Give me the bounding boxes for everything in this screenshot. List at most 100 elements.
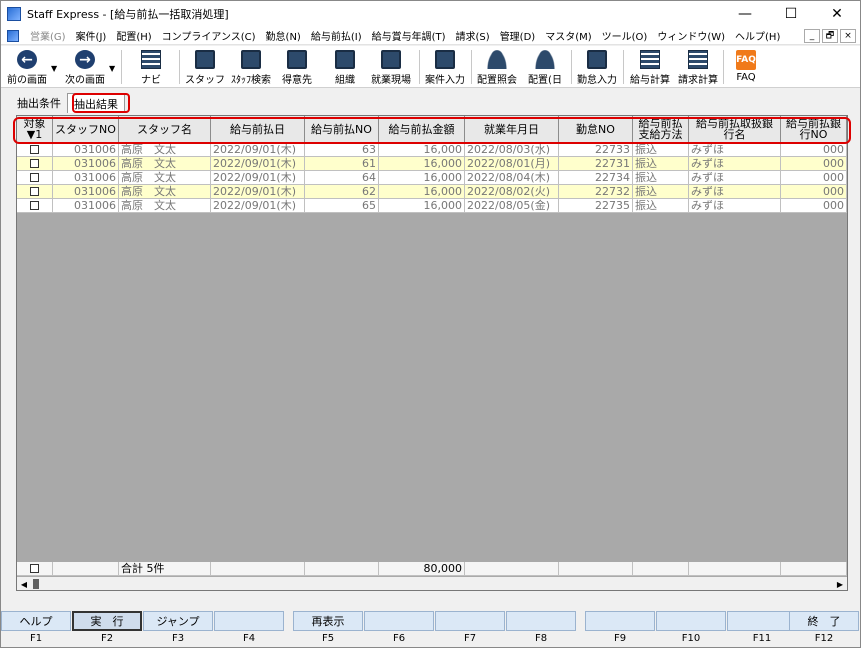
- f1-help-button[interactable]: ヘルプ: [1, 611, 71, 631]
- billing-button[interactable]: 請求計算: [675, 48, 721, 86]
- organization-icon: [335, 50, 355, 69]
- work-date-cell: 2022/08/01(月): [465, 157, 559, 171]
- staff-icon: [195, 50, 215, 69]
- placement-inquiry-button[interactable]: 配置照会: [475, 48, 519, 86]
- tab-extraction-conditions[interactable]: 抽出条件: [11, 93, 67, 113]
- window-controls: — ☐ ✕: [722, 1, 860, 27]
- total-label: 合計 5件: [119, 562, 211, 576]
- job-entry-button[interactable]: 案件入力: [423, 48, 467, 86]
- row-checkbox[interactable]: [30, 145, 39, 154]
- staff-label: スタッフ: [185, 75, 225, 86]
- placement-daily-label: 配置(日: [528, 75, 562, 86]
- bank-name-cell: みずほ: [689, 171, 781, 185]
- table-row[interactable]: 031006 高原 文太 2022/09/01(木) 63 16,000 2022/08/…: [17, 143, 847, 157]
- total-cell: [211, 562, 305, 576]
- scroll-thumb[interactable]: [33, 579, 39, 589]
- menu-window[interactable]: ウィンドウ(W): [652, 28, 730, 43]
- row-checkbox[interactable]: [30, 159, 39, 168]
- payment-method-cell: 振込: [633, 157, 689, 171]
- attendance-no-cell: 22732: [559, 185, 633, 199]
- row-checkbox[interactable]: [30, 173, 39, 182]
- forward-button[interactable]: → 次の画面: [63, 48, 107, 86]
- client-button[interactable]: 得意先: [279, 48, 315, 86]
- f5-refresh-button[interactable]: 再表示: [293, 611, 363, 631]
- toolbar-separator: [723, 50, 724, 84]
- back-dropdown-icon[interactable]: ▼: [51, 64, 57, 73]
- f8-button[interactable]: [506, 611, 576, 631]
- menu-attendance[interactable]: 勤怠(N): [261, 28, 306, 43]
- menu-compliance[interactable]: コンプライアンス(C): [157, 28, 261, 43]
- forward-dropdown-icon[interactable]: ▼: [109, 64, 115, 73]
- mdi-minimize-button[interactable]: _: [804, 29, 820, 43]
- f6-label: F6: [392, 633, 406, 644]
- back-button[interactable]: ← 前の画面: [5, 48, 49, 86]
- menu-billing[interactable]: 請求(S): [451, 28, 495, 43]
- total-select-cell[interactable]: [17, 562, 53, 576]
- f7-label: F7: [463, 633, 477, 644]
- faq-button[interactable]: FAQ FAQ: [729, 48, 763, 86]
- row-select-cell[interactable]: [17, 199, 53, 213]
- menu-job[interactable]: 案件(J): [71, 28, 112, 43]
- f3-jump-button[interactable]: ジャンプ: [143, 611, 213, 631]
- worksite-button[interactable]: 就業現場: [369, 48, 413, 86]
- close-button[interactable]: ✕: [814, 1, 860, 27]
- document-icon[interactable]: [7, 29, 19, 42]
- staff-search-label: ｽﾀｯﾌ検索: [231, 75, 271, 86]
- staff-button[interactable]: スタッフ: [185, 48, 225, 86]
- row-select-cell[interactable]: [17, 171, 53, 185]
- menu-payroll[interactable]: 給与賞与年調(T): [367, 28, 451, 43]
- f12-exit-button[interactable]: 終 了: [789, 611, 859, 631]
- maximize-button[interactable]: ☐: [768, 1, 814, 27]
- placement-daily-button[interactable]: 配置(日: [523, 48, 567, 86]
- forward-icon: →: [75, 50, 95, 69]
- menu-advance-pay[interactable]: 給与前払(I): [306, 28, 367, 43]
- f6-button[interactable]: [364, 611, 434, 631]
- menu-sales[interactable]: 営業(G): [25, 28, 71, 43]
- f8-label: F8: [534, 633, 548, 644]
- mdi-restore-button[interactable]: 🗗: [822, 29, 838, 43]
- toolbar-separator: [571, 50, 572, 84]
- select-all-checkbox[interactable]: [30, 564, 39, 573]
- row-select-cell[interactable]: [17, 157, 53, 171]
- table-row[interactable]: 031006 高原 文太 2022/09/01(木) 64 16,000 2022/08/…: [17, 171, 847, 185]
- title-bar: Staff Express - [給与前払一括取消処理] — ☐ ✕: [1, 1, 860, 27]
- f7-button[interactable]: [435, 611, 505, 631]
- f9-button[interactable]: [585, 611, 655, 631]
- attendance-entry-button[interactable]: 勤怠入力: [575, 48, 619, 86]
- mdi-close-button[interactable]: ×: [840, 29, 856, 43]
- row-select-cell[interactable]: [17, 185, 53, 199]
- table-row[interactable]: 031006 高原 文太 2022/09/01(木) 62 16,000 2022/08/…: [17, 185, 847, 199]
- f2-execute-button[interactable]: 実 行: [72, 611, 142, 631]
- horizontal-scrollbar[interactable]: ◀ ▶: [17, 576, 847, 590]
- job-entry-label: 案件入力: [425, 75, 465, 86]
- bank-no-cell: 000: [781, 199, 847, 213]
- minimize-button[interactable]: —: [722, 1, 768, 27]
- menu-tools[interactable]: ツール(O): [597, 28, 653, 43]
- table-row[interactable]: 031006 高原 文太 2022/09/01(木) 65 16,000 2022/08/…: [17, 199, 847, 213]
- row-checkbox[interactable]: [30, 187, 39, 196]
- menu-help[interactable]: ヘルプ(H): [730, 28, 785, 43]
- staff-search-button[interactable]: ｽﾀｯﾌ検索: [229, 48, 273, 86]
- bank-no-cell: 000: [781, 185, 847, 199]
- bank-name-cell: みずほ: [689, 157, 781, 171]
- row-checkbox[interactable]: [30, 201, 39, 210]
- table-row[interactable]: 031006 高原 文太 2022/09/01(木) 61 16,000 2022/08/…: [17, 157, 847, 171]
- row-select-cell[interactable]: [17, 143, 53, 157]
- total-cell: [781, 562, 847, 576]
- scroll-right-icon[interactable]: ▶: [833, 577, 847, 590]
- f10-button[interactable]: [656, 611, 726, 631]
- attendance-no-cell: 22733: [559, 143, 633, 157]
- menu-master[interactable]: マスタ(M): [540, 28, 596, 43]
- menu-placement[interactable]: 配置(H): [111, 28, 156, 43]
- placement-daily-icon: [535, 50, 555, 69]
- f11-button[interactable]: [727, 611, 797, 631]
- scroll-left-icon[interactable]: ◀: [17, 577, 31, 590]
- staff-name-cell: 高原 文太: [119, 171, 211, 185]
- f4-button[interactable]: [214, 611, 284, 631]
- payment-method-cell: 振込: [633, 199, 689, 213]
- navi-button[interactable]: ナビ: [131, 48, 171, 86]
- organization-label: 組織: [335, 75, 355, 86]
- organization-button[interactable]: 組織: [327, 48, 363, 86]
- payroll-button[interactable]: 給与計算: [627, 48, 673, 86]
- menu-admin[interactable]: 管理(D): [495, 28, 541, 43]
